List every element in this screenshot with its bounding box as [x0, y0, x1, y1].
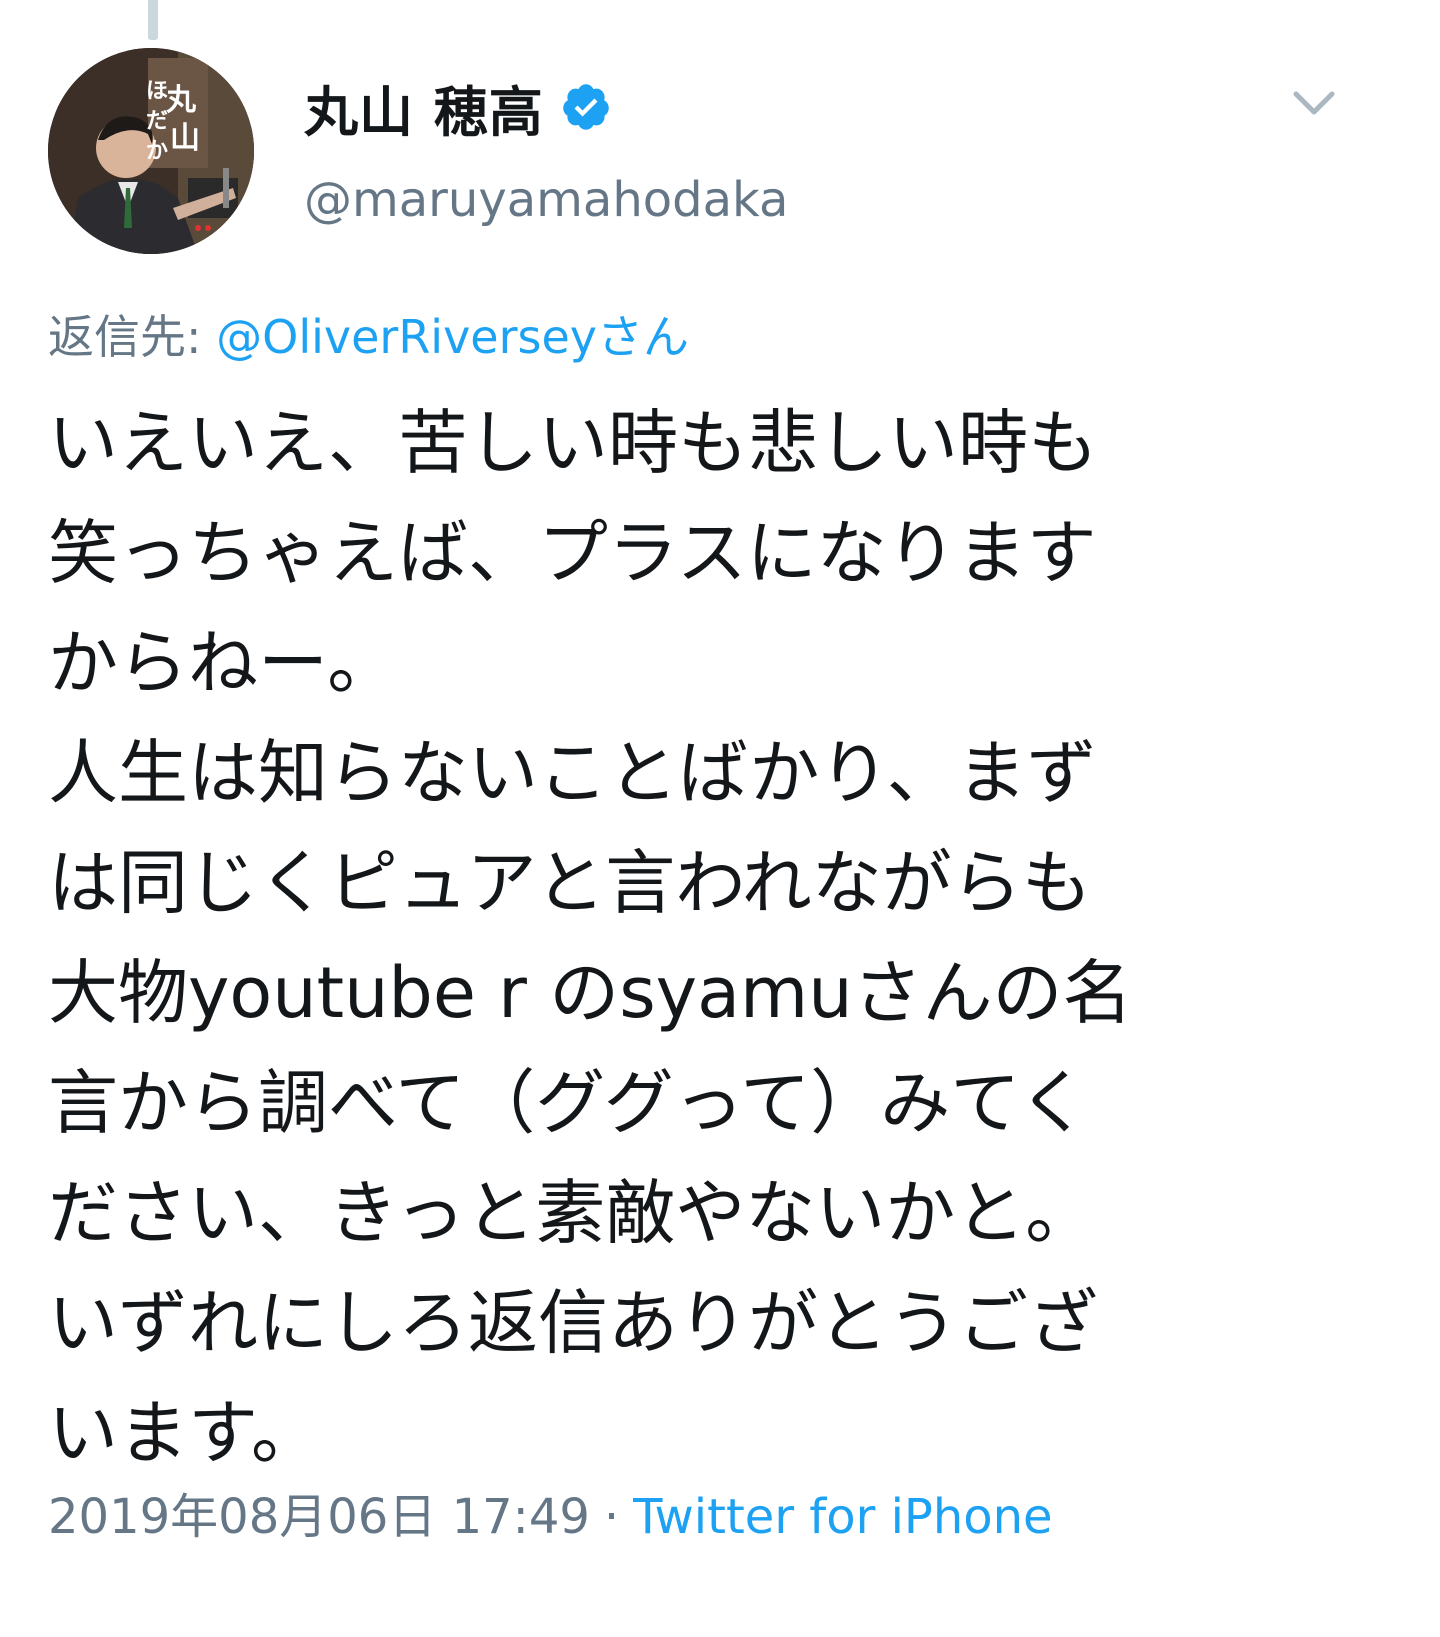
avatar[interactable]: 丸 山 ほ だ か	[48, 48, 254, 254]
tweet-line: ださい、きっと素敵やないかと。	[48, 1172, 1096, 1254]
tweet-timestamp[interactable]: 2019年08月06日 17:49	[48, 1489, 590, 1545]
tweet-line: からねー。	[48, 622, 398, 704]
tweet-line: いえいえ、苦しい時も悲しい時も	[48, 402, 1098, 484]
svg-text:山: 山	[170, 121, 200, 156]
tweet-source-link[interactable]: Twitter for iPhone	[633, 1489, 1052, 1545]
tweet-line: は同じくピュアと言われながらも	[48, 842, 1092, 924]
author-name-row[interactable]: 丸山 穂高	[304, 72, 612, 144]
reply-target-link[interactable]: @OliverRiverseyさん	[216, 310, 689, 364]
reply-label: 返信先:	[48, 310, 202, 364]
tweet-meta: 2019年08月06日 17:49 · Twitter for iPhone	[48, 1485, 1053, 1549]
tweet-line: 人生は知らないことばかり、まず	[48, 732, 1097, 814]
meta-separator: ·	[603, 1489, 620, 1545]
tweet-line: いずれにしろ返信ありがとうござ	[48, 1282, 1098, 1364]
svg-text:だ: だ	[146, 109, 168, 134]
author-display-name[interactable]: 丸山 穂高	[304, 68, 544, 147]
verified-badge-icon	[560, 81, 612, 133]
tweet-text: いえいえ、苦しい時も悲しい時も 笑っちゃえば、プラスになります からねー。 人生…	[48, 388, 1368, 1488]
tweet-line: 言から調べて（ググって）みてく	[48, 1062, 1089, 1144]
tweet-line: 笑っちゃえば、プラスになります	[48, 512, 1097, 594]
chevron-down-icon[interactable]	[1290, 86, 1338, 122]
reply-context: 返信先: @OliverRiverseyさん	[48, 306, 689, 368]
svg-text:丸: 丸	[165, 83, 196, 118]
svg-text:ほ: ほ	[146, 79, 168, 104]
tweet-line: 大物youtube r のsyamuさんの名	[48, 952, 1133, 1034]
thread-connector-line	[148, 0, 158, 40]
author-handle[interactable]: @maruyamahodaka	[304, 172, 788, 228]
avatar-photo-icon: 丸 山 ほ だ か	[48, 48, 254, 254]
svg-text:か: か	[146, 139, 168, 164]
tweet-line: います。	[48, 1392, 321, 1474]
